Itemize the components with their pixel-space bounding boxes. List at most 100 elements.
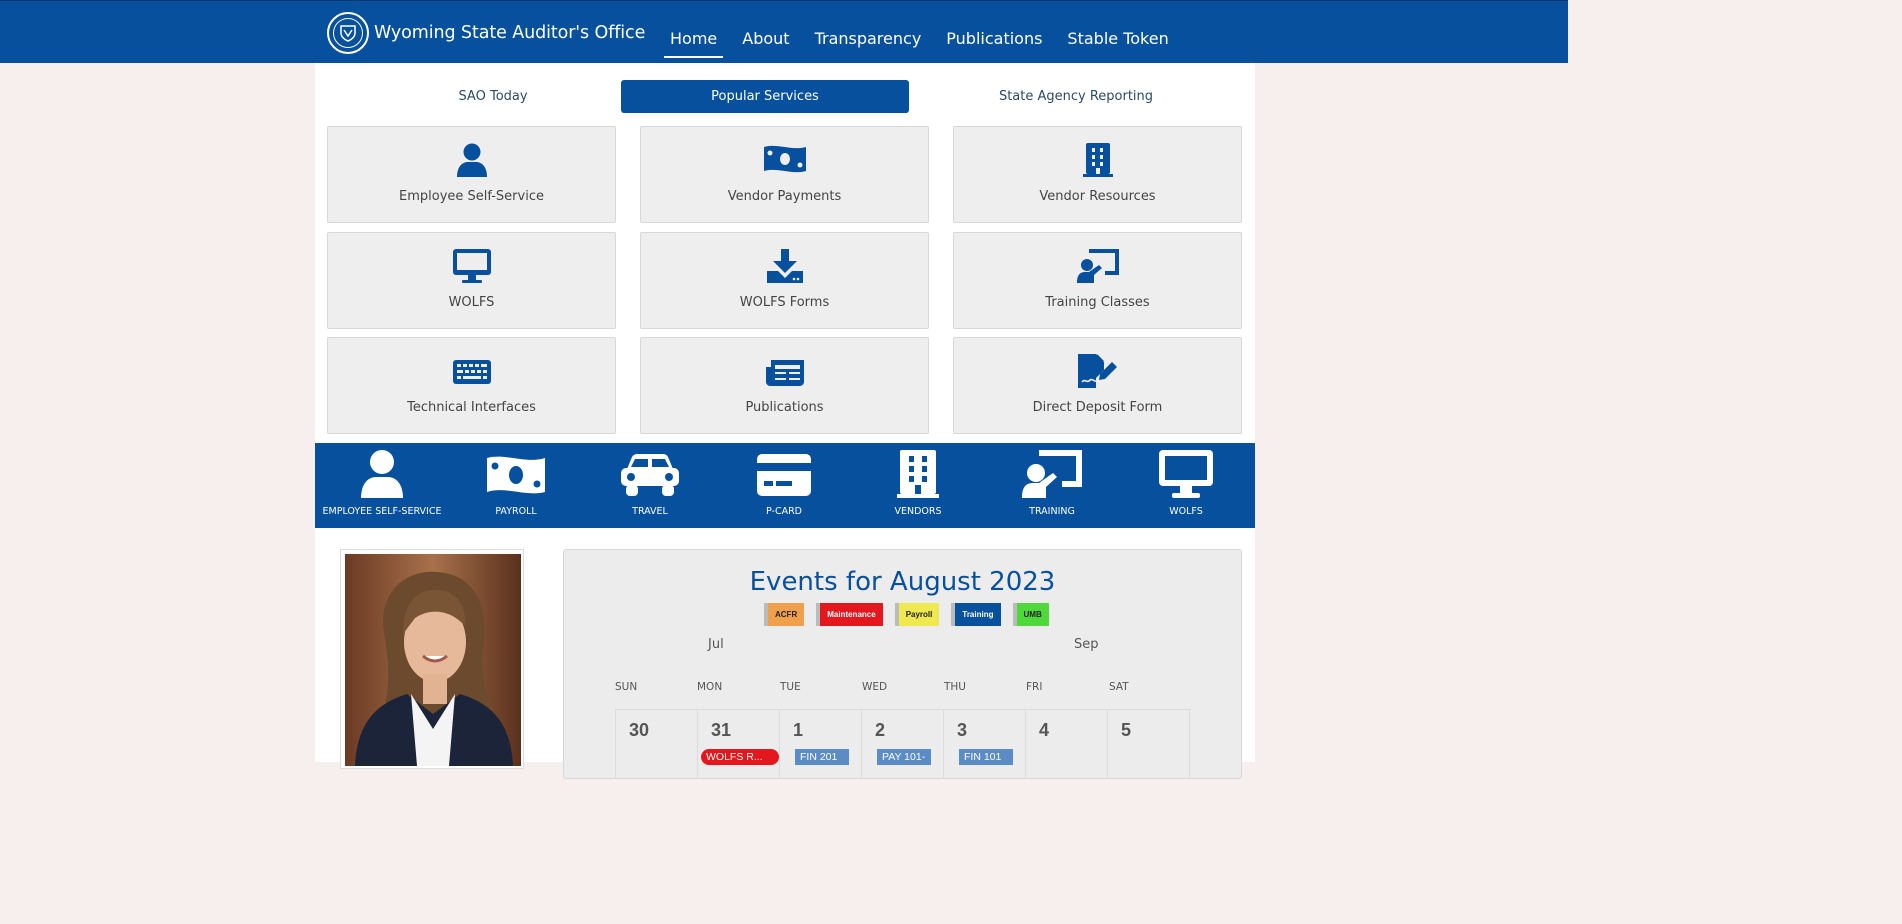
nav-home[interactable]: Home <box>664 8 724 58</box>
money-bill-icon <box>641 143 928 177</box>
day-number: 5 <box>1121 720 1132 740</box>
building-icon <box>851 450 985 498</box>
service-label: Employee Self-Service <box>399 189 544 204</box>
user-icon <box>315 450 449 498</box>
day-number: 31 <box>711 720 732 740</box>
weekday-header: TUE <box>780 681 801 693</box>
desktop-icon <box>328 249 615 283</box>
service-label: Technical Interfaces <box>407 400 536 415</box>
car-icon <box>583 450 717 498</box>
legend-acfr[interactable]: ACFR <box>764 603 805 626</box>
quick-link-employee-self-service[interactable]: EMPLOYEE SELF-SERVICE <box>315 443 449 528</box>
day-number: 4 <box>1039 720 1050 740</box>
quick-link-training[interactable]: TRAINING <box>985 443 1119 528</box>
calendar-day[interactable]: 5 <box>1108 710 1190 778</box>
user-icon <box>328 143 615 177</box>
service-label: WOLFS <box>448 295 495 310</box>
calendar-day[interactable]: 30 <box>616 710 698 778</box>
chalkboard-teacher-icon <box>985 450 1119 498</box>
quick-link-label: WOLFS <box>1169 506 1203 517</box>
legend-training[interactable]: Training <box>951 603 1001 626</box>
quick-link-p-card[interactable]: P-CARD <box>717 443 851 528</box>
quick-link-label: VENDORS <box>894 506 942 517</box>
main-content: SAO Today Popular Services State Agency … <box>315 63 1255 779</box>
service-card-employee-self-service[interactable]: Employee Self-Service <box>327 126 616 223</box>
day-number: 2 <box>875 720 886 740</box>
state-seal-logo <box>327 12 369 54</box>
quick-link-travel[interactable]: TRAVEL <box>583 443 717 528</box>
brand-link[interactable]: Wyoming State Auditor's Office <box>327 12 645 54</box>
day-number: 3 <box>957 720 968 740</box>
service-label: Direct Deposit Form <box>1032 400 1163 415</box>
newspaper-icon <box>641 354 928 388</box>
brand-title: Wyoming State Auditor's Office <box>374 23 646 43</box>
calendar-grid: 30 31 WOLFS R... 1 FIN 201 2 PAY 101- 3 … <box>615 709 1191 778</box>
file-signature-icon <box>954 354 1241 388</box>
service-label: Training Classes <box>1045 295 1150 310</box>
day-number: 30 <box>629 720 650 740</box>
weekday-header: MON <box>697 681 723 693</box>
calendar-day[interactable]: 2 PAY 101- <box>862 710 944 778</box>
weekday-header: SUN <box>615 681 638 693</box>
service-label: Vendor Resources <box>1039 189 1156 204</box>
service-card-publications[interactable]: Publications <box>640 337 929 434</box>
service-card-direct-deposit-form[interactable]: Direct Deposit Form <box>953 337 1242 434</box>
legend-payroll[interactable]: Payroll <box>894 603 940 626</box>
weekday-header: WED <box>862 681 888 693</box>
quick-link-vendors[interactable]: VENDORS <box>851 443 985 528</box>
nav-transparency[interactable]: Transparency <box>809 8 928 58</box>
calendar-day[interactable]: 1 FIN 201 <box>780 710 862 778</box>
quick-link-label: TRAVEL <box>632 506 668 517</box>
service-label: Vendor Payments <box>727 189 842 204</box>
section-tabs: SAO Today Popular Services State Agency … <box>315 80 1255 113</box>
credit-card-icon <box>717 450 851 498</box>
quick-links-bar: EMPLOYEE SELF-SERVICE PAYROLL TRAVEL P-C… <box>315 443 1255 528</box>
money-bill-icon <box>449 450 583 498</box>
nav-about[interactable]: About <box>736 8 795 58</box>
top-navbar: Wyoming State Auditor's Office Home Abou… <box>0 0 1568 63</box>
service-label: WOLFS Forms <box>739 295 830 310</box>
quick-link-label: PAYROLL <box>495 506 537 517</box>
download-icon <box>641 249 928 283</box>
desktop-icon <box>1119 450 1253 498</box>
tab-state-agency-reporting[interactable]: State Agency Reporting <box>931 80 1221 113</box>
quick-link-wolfs[interactable]: WOLFS <box>1119 443 1253 528</box>
chalkboard-teacher-icon <box>954 249 1241 283</box>
weekday-header: THU <box>944 681 966 693</box>
calendar-legend: ACFR Maintenance Payroll Training UMB <box>764 603 1061 626</box>
next-month-link[interactable]: Sep <box>1074 637 1099 652</box>
nav-publications[interactable]: Publications <box>940 8 1048 58</box>
quick-link-label: P-CARD <box>766 506 802 517</box>
legend-maintenance[interactable]: Maintenance <box>816 603 883 626</box>
calendar-event[interactable]: FIN 201 <box>795 749 849 765</box>
calendar-title: Events for August 2023 <box>749 567 1056 597</box>
service-label: Publications <box>745 400 824 415</box>
nav-stable-token[interactable]: Stable Token <box>1061 8 1174 58</box>
calendar-event[interactable]: PAY 101- <box>877 749 931 765</box>
tab-popular-services[interactable]: Popular Services <box>621 80 909 113</box>
day-number: 1 <box>793 720 804 740</box>
keyboard-icon <box>328 354 615 388</box>
service-card-wolfs[interactable]: WOLFS <box>327 232 616 329</box>
auditor-portrait <box>340 549 524 769</box>
weekday-header: SAT <box>1109 681 1129 693</box>
weekday-header: FRI <box>1026 681 1043 693</box>
calendar-day[interactable]: 4 <box>1026 710 1108 778</box>
main-nav: Home About Transparency Publications Sta… <box>664 1 1188 64</box>
service-card-vendor-resources[interactable]: Vendor Resources <box>953 126 1242 223</box>
legend-umb[interactable]: UMB <box>1012 603 1049 626</box>
quick-link-payroll[interactable]: PAYROLL <box>449 443 583 528</box>
quick-link-label: TRAINING <box>1029 506 1075 517</box>
calendar-event[interactable]: WOLFS R... <box>701 749 779 765</box>
calendar-day[interactable]: 3 FIN 101 <box>944 710 1026 778</box>
calendar-day[interactable]: 31 WOLFS R... <box>698 710 780 778</box>
service-card-technical-interfaces[interactable]: Technical Interfaces <box>327 337 616 434</box>
calendar-event[interactable]: FIN 101 <box>959 749 1013 765</box>
tab-sao-today[interactable]: SAO Today <box>350 80 636 113</box>
quick-link-label: EMPLOYEE SELF-SERVICE <box>322 506 442 517</box>
events-calendar: Events for August 2023 ACFR Maintenance … <box>563 549 1242 779</box>
service-card-wolfs-forms[interactable]: WOLFS Forms <box>640 232 929 329</box>
service-card-training-classes[interactable]: Training Classes <box>953 232 1242 329</box>
service-card-vendor-payments[interactable]: Vendor Payments <box>640 126 929 223</box>
prev-month-link[interactable]: Jul <box>708 637 724 652</box>
